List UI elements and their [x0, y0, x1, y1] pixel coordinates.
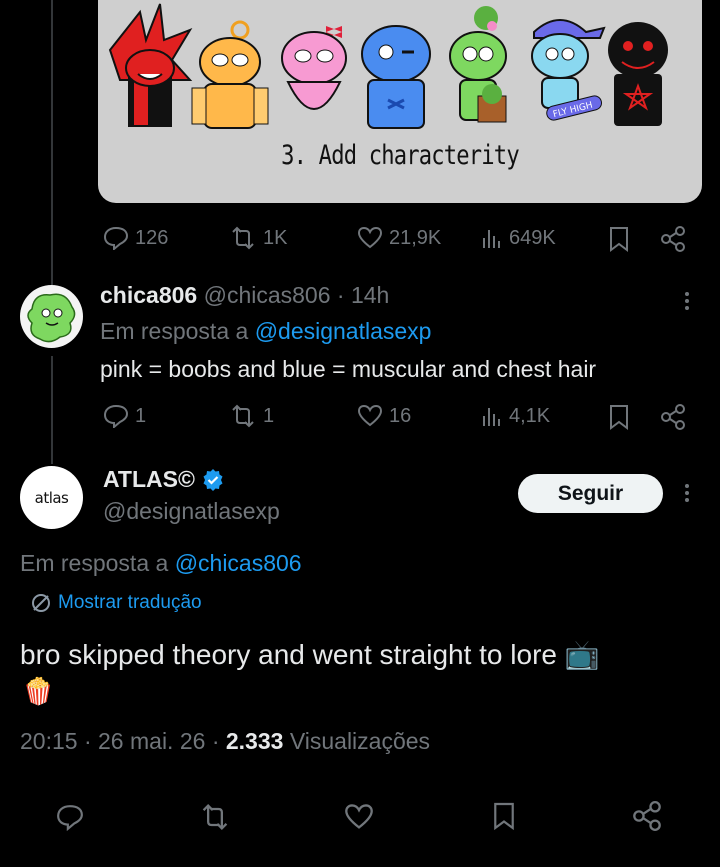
- translate-icon: [32, 594, 50, 612]
- green-character-avatar-icon: [27, 293, 76, 343]
- reply-replying-to: Em resposta a @designatlasexp: [100, 318, 431, 345]
- views-button[interactable]: 649K: [481, 226, 556, 250]
- image-caption: 3. Add characterity: [281, 140, 520, 171]
- reply-like-count: 16: [389, 404, 412, 427]
- tv-emoji-icon: 📺: [564, 639, 600, 670]
- main-views-label: Visualizações: [289, 728, 431, 754]
- main-avatar-text: atlas: [34, 488, 69, 507]
- repost-icon: [232, 404, 254, 428]
- reply-author-handle[interactable]: @chicas806: [204, 282, 331, 308]
- share-icon: [633, 801, 661, 831]
- main-replying-prefix: Em resposta a: [20, 550, 169, 576]
- main-views-count: 2.333: [225, 728, 284, 754]
- views-count: 649K: [509, 226, 556, 249]
- bookmark-icon: [494, 802, 514, 831]
- main-date[interactable]: 26 mai. 26: [98, 728, 205, 754]
- main-more-button[interactable]: [685, 484, 690, 505]
- repost-button[interactable]: 1K: [229, 226, 287, 250]
- main-share-button[interactable]: [632, 801, 662, 831]
- reply-views-button[interactable]: 4,1K: [481, 404, 550, 428]
- reply-replying-link[interactable]: @designatlasexp: [255, 318, 432, 344]
- reply-sep: ·: [336, 282, 345, 308]
- reply-avatar[interactable]: [20, 285, 83, 348]
- views-icon: [483, 408, 500, 426]
- reply-share-button[interactable]: [660, 404, 686, 430]
- reply-repost-button[interactable]: 1: [229, 404, 274, 428]
- reply-bookmark-button[interactable]: [608, 404, 630, 430]
- reply-header: chica806 @chicas806 · 14h: [100, 282, 389, 309]
- verified-badge-icon: [203, 468, 223, 491]
- reply-button[interactable]: 126: [103, 226, 168, 250]
- share-button[interactable]: [660, 226, 686, 252]
- tweet-image[interactable]: FLY HIGH 3. Add characterity: [98, 0, 702, 203]
- popcorn-emoji-icon: 🍿: [22, 676, 55, 706]
- reply-more-button[interactable]: [685, 292, 690, 313]
- repost-count: 1K: [263, 226, 288, 249]
- reply-repost-count: 1: [263, 404, 275, 427]
- reply-time[interactable]: 14h: [351, 282, 389, 308]
- translate-label: Mostrar tradução: [58, 592, 202, 613]
- reply-views-count: 4,1K: [509, 404, 551, 427]
- reply-icon: [103, 226, 129, 250]
- heart-icon: [357, 404, 383, 427]
- main-meta-dot-1: ·: [83, 728, 92, 754]
- main-time[interactable]: 20:15: [20, 728, 78, 754]
- main-replying-to: Em resposta a @chicas806: [20, 550, 302, 577]
- views-icon: [483, 230, 500, 248]
- reply-text: pink = boobs and blue = muscular and che…: [100, 356, 597, 382]
- reply-replying-prefix: Em resposta a: [100, 318, 249, 344]
- heart-icon: [357, 226, 383, 249]
- repost-icon: [202, 803, 228, 831]
- main-bookmark-button[interactable]: [492, 801, 516, 831]
- heart-icon: [345, 804, 373, 829]
- main-text: bro skipped theory and went straight to …: [20, 639, 557, 670]
- repost-icon: [232, 226, 254, 250]
- reply-icon: [57, 805, 83, 831]
- main-author-name: ATLAS©: [103, 466, 195, 492]
- translate-button[interactable]: Mostrar tradução: [30, 592, 202, 614]
- bookmark-icon: [610, 227, 628, 252]
- thread-line-top: [51, 0, 53, 285]
- main-avatar[interactable]: atlas: [20, 466, 83, 529]
- thread-line-mid: [51, 356, 53, 464]
- main-repost-button[interactable]: [199, 803, 231, 831]
- bookmark-icon: [610, 405, 628, 430]
- like-button[interactable]: 21,9K: [357, 226, 441, 250]
- bookmark-button[interactable]: [608, 226, 630, 252]
- share-icon: [661, 226, 685, 252]
- reply-like-button[interactable]: 16: [357, 404, 411, 428]
- main-meta: 20:15 · 26 mai. 26 · 2.333 Visualizações: [20, 728, 430, 755]
- reply-author-name[interactable]: chica806: [100, 282, 197, 308]
- main-author-handle[interactable]: @designatlasexp: [103, 498, 280, 525]
- reply-reply-button[interactable]: 1: [103, 404, 146, 428]
- share-icon: [661, 404, 685, 430]
- main-author[interactable]: ATLAS©: [103, 466, 225, 493]
- main-meta-dot-2: ·: [211, 728, 220, 754]
- main-replying-link[interactable]: @chicas806: [175, 550, 302, 576]
- main-reply-button[interactable]: [56, 803, 84, 831]
- like-count: 21,9K: [389, 226, 442, 249]
- reply-count: 126: [135, 226, 169, 249]
- main-like-button[interactable]: [344, 803, 374, 831]
- characters-drawing: FLY HIGH: [108, 3, 668, 129]
- follow-button[interactable]: Seguir: [518, 474, 663, 513]
- reply-reply-count: 1: [135, 404, 147, 427]
- main-text-line: bro skipped theory and went straight to …: [20, 638, 600, 671]
- reply-icon: [103, 404, 129, 428]
